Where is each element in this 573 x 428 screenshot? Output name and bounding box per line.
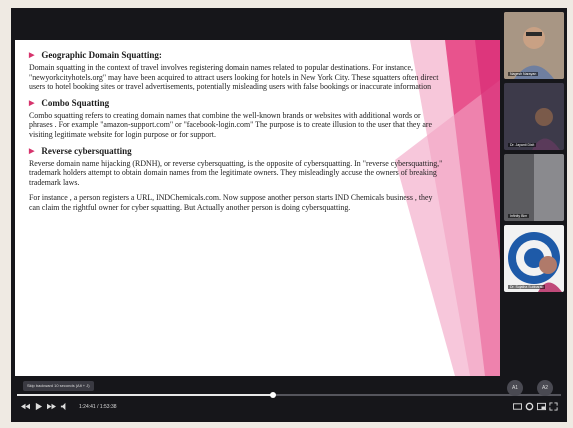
video-player: ▶ Geographic Domain Squatting: Domain sq… — [11, 8, 567, 422]
play-icon[interactable] — [34, 402, 43, 411]
section-heading-2: ▶ Combo Squatting — [29, 97, 110, 108]
fullscreen-icon[interactable] — [549, 402, 558, 411]
participant-name: Dr. Sujatha Subbarao — [508, 285, 546, 289]
section-paragraph: For instance , a person registers a URL,… — [29, 193, 433, 212]
slide-content: ▶ Geographic Domain Squatting: Domain sq… — [29, 50, 445, 219]
participant-video — [504, 154, 564, 221]
bullet-arrow-icon: ▶ — [29, 146, 35, 155]
section-heading-3: ▶ Reverse cybersquatting — [29, 145, 132, 156]
miniplayer-icon[interactable] — [537, 402, 546, 411]
playback-time: 1:24:41 / 1:53:38 — [79, 404, 117, 410]
captions-icon[interactable] — [513, 402, 522, 411]
participant-tile[interactable]: Infinity Bim — [504, 154, 564, 221]
settings-icon[interactable] — [525, 402, 534, 411]
bullet-arrow-icon: ▶ — [29, 51, 35, 59]
overlay-button[interactable]: A2 — [537, 380, 553, 396]
seek-bar-progress — [17, 394, 273, 396]
participant-video — [504, 225, 564, 292]
participant-name: Infinity Bim — [508, 214, 530, 218]
participant-video — [504, 12, 564, 79]
overlay-button[interactable]: A1 — [507, 380, 523, 396]
participant-tile[interactable]: Nagesh Narayan — [504, 12, 564, 79]
seek-bar-handle[interactable] — [269, 392, 276, 398]
section-paragraph: Combo squatting refers to creating domai… — [29, 110, 432, 139]
seek-bar[interactable] — [17, 392, 561, 398]
participant-video — [504, 83, 564, 150]
shortcut-tooltip: Skip backward 10 seconds (Alt + J) — [23, 381, 94, 391]
participant-name: Nagesh Narayan — [508, 72, 539, 76]
player-controls: 1:24:41 / 1:53:38 — [17, 400, 561, 416]
rewind-icon[interactable] — [21, 402, 30, 411]
presentation-slide: ▶ Geographic Domain Squatting: Domain sq… — [15, 40, 500, 376]
section-paragraph: Reverse domain name hijacking (RDNH), or… — [29, 158, 443, 187]
volume-icon[interactable] — [60, 402, 69, 411]
section-paragraph: Domain squatting in the context of trave… — [29, 63, 439, 92]
forward-icon[interactable] — [47, 402, 56, 411]
participant-tile[interactable]: Dr. Sujatha Subbarao — [504, 225, 564, 292]
participant-name: Dr. Jayanti Dixit — [508, 143, 537, 147]
bullet-arrow-icon: ▶ — [29, 98, 35, 107]
participant-tile[interactable]: Dr. Jayanti Dixit — [504, 83, 564, 150]
section-heading-1: ▶ Geographic Domain Squatting: — [29, 50, 162, 60]
